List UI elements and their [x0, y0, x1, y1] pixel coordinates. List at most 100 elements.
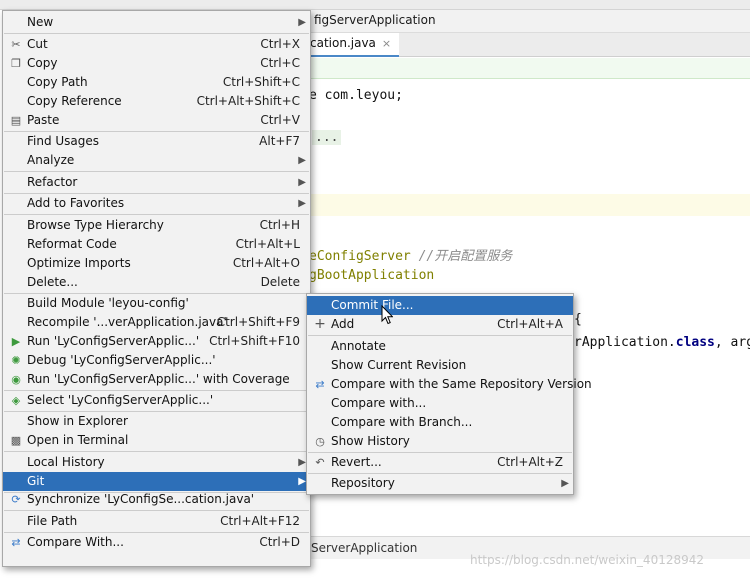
menu-item-debug[interactable]: ✺ Debug 'LyConfigServerApplic...'	[3, 351, 310, 370]
menu-item-browse-type-hierarchy[interactable]: Browse Type Hierarchy Ctrl+H	[3, 216, 310, 235]
menu-separator	[4, 33, 309, 34]
menu-item-commit-file[interactable]: Commit File...	[307, 296, 573, 315]
menu-item-synchronize[interactable]: ⟳ Synchronize 'LyConfigSe...cation.java'	[3, 490, 310, 509]
plus-icon: +	[314, 316, 326, 332]
menu-item-shortcut: Ctrl+V	[260, 113, 300, 127]
menu-item-label: Refactor	[27, 175, 78, 189]
copy-icon: ❐	[11, 57, 21, 70]
menu-item-build-module[interactable]: Build Module 'leyou-config'	[3, 294, 310, 313]
scissors-icon: ✂	[11, 38, 21, 51]
chevron-right-icon: ▶	[298, 177, 306, 188]
menu-item-refactor[interactable]: Refactor ▶	[3, 173, 310, 192]
menu-item-file-path[interactable]: File Path Ctrl+Alt+F12	[3, 512, 310, 531]
menu-item-label: File Path	[27, 514, 78, 528]
menu-item-copy[interactable]: ❐ Copy Ctrl+C	[3, 54, 310, 73]
menu-item-label: Paste	[27, 113, 60, 127]
ide-toolbar	[0, 0, 750, 10]
code-annotation-boot-application: gBootApplication	[309, 268, 435, 283]
run-icon: ▶	[11, 335, 21, 348]
menu-item-label: Add	[331, 317, 355, 331]
menu-item-label: Add to Favorites	[27, 196, 125, 210]
menu-separator	[308, 335, 572, 336]
menu-separator	[4, 510, 309, 511]
menu-item-compare-with[interactable]: ⇄ Compare With... Ctrl+D	[3, 533, 310, 552]
paste-icon: ▤	[10, 114, 22, 127]
editor-tab[interactable]: cation.java ×	[300, 33, 400, 57]
menu-item-reformat-code[interactable]: Reformat Code Ctrl+Alt+L	[3, 235, 310, 254]
chevron-right-icon: ▶	[561, 478, 569, 489]
menu-item-label: New	[27, 15, 54, 29]
clock-icon: ◷	[315, 435, 325, 448]
watermark-text: https://blog.csdn.net/weixin_40128942	[470, 553, 705, 567]
navigation-breadcrumb[interactable]: figServerApplication	[300, 10, 750, 33]
menu-item-add[interactable]: + Add Ctrl+Alt+A	[307, 315, 573, 334]
menu-item-show-in-explorer[interactable]: Show in Explorer	[3, 412, 310, 431]
close-icon[interactable]: ×	[382, 37, 391, 50]
chevron-right-icon: ▶	[298, 155, 306, 166]
menu-item-cut[interactable]: ✂ Cut Ctrl+X	[3, 35, 310, 54]
terminal-icon: ▩	[10, 434, 22, 447]
menu-item-label: Find Usages	[27, 134, 100, 148]
menu-item-copy-reference[interactable]: Copy Reference Ctrl+Alt+Shift+C	[3, 92, 310, 111]
menu-item-analyze[interactable]: Analyze ▶	[3, 151, 310, 170]
bottom-breadcrumb-label[interactable]: ServerApplication	[311, 541, 417, 555]
menu-item-shortcut: Alt+F7	[259, 134, 300, 148]
menu-item-revert[interactable]: ↶ Revert... Ctrl+Alt+Z	[307, 453, 573, 472]
menu-item-label: Compare with...	[331, 396, 427, 410]
menu-item-open-in-terminal[interactable]: ▩ Open in Terminal	[3, 431, 310, 450]
editor-tab-label: cation.java	[310, 36, 376, 50]
menu-item-shortcut: Delete	[260, 275, 300, 289]
current-line-highlight	[300, 194, 750, 216]
compare-icon: ⇄	[11, 536, 21, 549]
menu-item-new[interactable]: New ▶	[3, 13, 310, 32]
chevron-right-icon: ▶	[298, 17, 306, 28]
menu-item-run[interactable]: ▶ Run 'LyConfigServerApplic...' Ctrl+Shift…	[3, 332, 310, 351]
debug-icon: ✺	[11, 354, 21, 367]
menu-item-compare-with[interactable]: Compare with...	[307, 394, 573, 413]
menu-item-shortcut: Ctrl+C	[260, 56, 300, 70]
menu-item-label: Analyze	[27, 153, 75, 167]
menu-item-label: Synchronize 'LyConfigSe...cation.java'	[27, 492, 255, 506]
menu-item-shortcut: Ctrl+Shift+F10	[209, 334, 300, 348]
menu-separator	[4, 214, 309, 215]
menu-item-label: Select 'LyConfigServerApplic...'	[27, 393, 214, 407]
menu-item-shortcut: Ctrl+Alt+O	[232, 256, 300, 270]
menu-item-copy-path[interactable]: Copy Path Ctrl+Shift+C	[3, 73, 310, 92]
code-annotation-config-server: eConfigServer //开启配置服务	[309, 245, 512, 264]
menu-item-shortcut: Ctrl+D	[259, 535, 300, 549]
menu-item-repository[interactable]: Repository ▶	[307, 474, 573, 493]
menu-item-paste[interactable]: ▤ Paste Ctrl+V	[3, 111, 310, 130]
menu-item-add-to-favorites[interactable]: Add to Favorites ▶	[3, 194, 310, 213]
menu-item-label: Reformat Code	[27, 237, 117, 251]
annotation-text: eConfigServer	[309, 249, 411, 264]
code-brace: {	[574, 312, 582, 327]
menu-item-run-with-coverage[interactable]: ◉ Run 'LyConfigServerApplic...' with Cove…	[3, 370, 310, 389]
menu-item-compare-same-repo-version[interactable]: ⇄ Compare with the Same Repository Versio…	[307, 375, 591, 394]
menu-item-compare-with-branch[interactable]: Compare with Branch...	[307, 413, 573, 432]
menu-item-shortcut: Ctrl+Shift+F9	[216, 315, 300, 329]
menu-item-show-history[interactable]: ◷ Show History	[307, 432, 573, 451]
menu-item-shortcut: Ctrl+Shift+C	[222, 75, 300, 89]
menu-item-delete[interactable]: Delete... Delete	[3, 273, 310, 292]
sync-icon: ⟳	[11, 493, 21, 506]
menu-item-local-history[interactable]: Local History ▶	[3, 453, 310, 472]
select-config-icon: ◈	[11, 394, 21, 407]
menu-item-label: Delete...	[27, 275, 78, 289]
menu-item-find-usages[interactable]: Find Usages Alt+F7	[3, 132, 310, 151]
menu-item-annotate[interactable]: Annotate	[307, 337, 573, 356]
menu-item-label: Browse Type Hierarchy	[27, 218, 164, 232]
code-folded-imports[interactable]: ...	[312, 130, 342, 145]
menu-item-label: Build Module 'leyou-config'	[27, 296, 189, 310]
menu-item-shortcut: Ctrl+Alt+Shift+C	[196, 94, 300, 108]
coverage-icon: ◉	[11, 373, 21, 386]
menu-item-label: Git	[27, 474, 45, 488]
menu-item-select-config[interactable]: ◈ Select 'LyConfigServerApplic...'	[3, 391, 310, 410]
menu-item-recompile[interactable]: Recompile '...verApplication.java' Ctrl+S…	[3, 313, 310, 332]
breadcrumb-label[interactable]: figServerApplication	[314, 13, 436, 27]
menu-item-git[interactable]: Git ▶	[3, 472, 310, 491]
menu-item-show-current-revision[interactable]: Show Current Revision	[307, 356, 573, 375]
context-menu: New ▶ ✂ Cut Ctrl+X ❐ Copy Ctrl+C Copy Path Ctr…	[2, 10, 311, 567]
menu-item-label: Copy Path	[27, 75, 88, 89]
revert-icon: ↶	[315, 456, 325, 469]
menu-item-optimize-imports[interactable]: Optimize Imports Ctrl+Alt+O	[3, 254, 310, 273]
